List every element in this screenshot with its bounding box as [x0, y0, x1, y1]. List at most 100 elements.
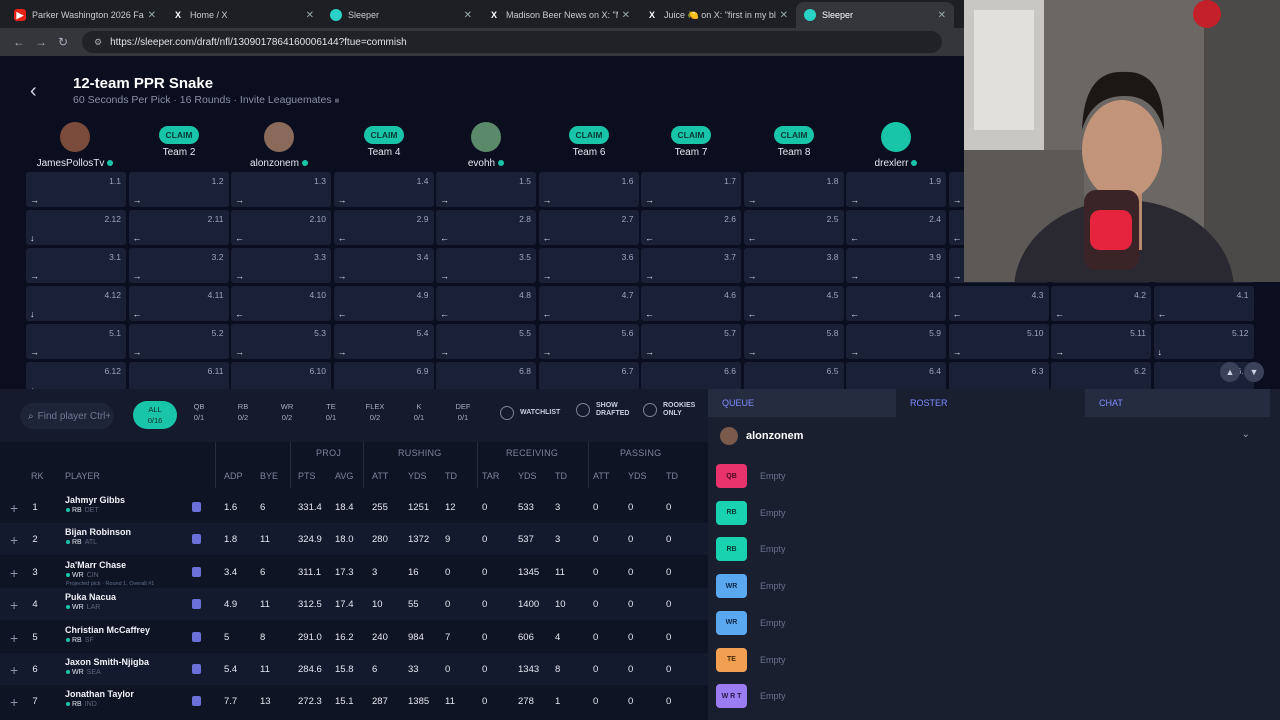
player-name[interactable]: Jahmyr Gibbs	[65, 495, 125, 505]
draft-pick-cell[interactable]: 3.8 →	[743, 248, 844, 283]
add-to-queue-icon[interactable]: +	[10, 500, 18, 516]
draft-pick-cell[interactable]: 1.1 →	[26, 172, 126, 207]
browser-tab[interactable]: X Home / X ✕	[164, 2, 322, 28]
draft-pick-cell[interactable]: 5.5 →	[436, 324, 536, 359]
browser-tab[interactable]: Sleeper ✕	[796, 2, 954, 28]
draft-pick-cell[interactable]: 2.12 ↓	[26, 210, 126, 245]
back-arrow-icon[interactable]: ←	[8, 35, 30, 49]
browser-tab[interactable]: X Madison Beer News on X: "Mac ✕	[480, 2, 638, 28]
draft-pick-cell[interactable]: 5.4 →	[333, 324, 434, 359]
news-icon[interactable]	[192, 664, 201, 674]
table-row[interactable]: +1 Jahmyr Gibbs RB DET 1.6 6 331.4 18.4 255 1251 1…	[0, 491, 708, 523]
claim-button[interactable]: CLAIM	[568, 126, 610, 144]
news-icon[interactable]	[192, 534, 201, 545]
column-header-cyds[interactable]: YDS	[518, 471, 537, 481]
player-name[interactable]: Puka Nacua	[65, 592, 116, 602]
draft-pick-cell[interactable]: 3.9 →	[846, 248, 946, 283]
column-header-ctd[interactable]: TD	[555, 471, 567, 481]
draft-pick-cell[interactable]: 2.5 ←	[743, 210, 844, 245]
draft-pick-cell[interactable]: 5.6 →	[538, 324, 639, 359]
draft-pick-cell[interactable]: 4.11 ←	[128, 286, 229, 321]
player-name[interactable]: Christian McCaffrey	[65, 625, 150, 635]
table-row[interactable]: +6 Jaxon Smith-Njigba WR SEA 5.4 11 284.6 15.8 6…	[0, 653, 708, 685]
column-header-ptd[interactable]: TD	[666, 471, 678, 481]
site-info-icon[interactable]: ⚙	[94, 37, 102, 48]
draft-pick-cell[interactable]: 4.9 ←	[333, 286, 434, 321]
team-slot[interactable]: CLAIM Team 2	[128, 122, 230, 158]
tab-queue[interactable]: QUEUE	[708, 389, 896, 417]
show-drafted-toggle[interactable]: SHOW DRAFTED	[576, 402, 629, 418]
draft-pick-cell[interactable]: 5.1 →	[26, 324, 126, 359]
add-to-queue-icon[interactable]: +	[10, 565, 18, 581]
column-header-rtd[interactable]: TD	[445, 471, 457, 481]
position-filter-flex[interactable]: FLEX 0/2	[353, 401, 397, 423]
position-filter-te[interactable]: TE 0/1	[309, 401, 353, 423]
close-icon[interactable]: ✕	[780, 10, 788, 21]
draft-pick-cell[interactable]: 4.1 ←	[1153, 286, 1254, 321]
column-header-pyds[interactable]: YDS	[628, 471, 647, 481]
draft-pick-cell[interactable]: 3.6 →	[538, 248, 639, 283]
team-slot[interactable]: CLAIM Team 7	[640, 122, 742, 158]
draft-pick-cell[interactable]: 4.7 ←	[538, 286, 639, 321]
roster-owner[interactable]: alonzonem	[720, 427, 803, 445]
draft-pick-cell[interactable]: 3.2 →	[128, 248, 229, 283]
claim-button[interactable]: CLAIM	[773, 126, 815, 144]
forward-arrow-icon[interactable]: →	[30, 35, 52, 49]
roster-slot[interactable]: TE Empty	[716, 647, 1116, 672]
roster-slot[interactable]: W R T Empty	[716, 684, 1116, 709]
position-filter-wr[interactable]: WR 0/2	[265, 401, 309, 423]
draft-pick-cell[interactable]: 2.7 ←	[538, 210, 639, 245]
column-header-ryds[interactable]: YDS	[408, 471, 427, 481]
draft-pick-cell[interactable]: 5.9 →	[846, 324, 946, 359]
column-header-avg[interactable]: AVG	[335, 471, 353, 481]
team-slot[interactable]: CLAIM Team 6	[538, 122, 640, 158]
position-filter-def[interactable]: DEF 0/1	[441, 401, 485, 423]
draft-pick-cell[interactable]: 5.10 →	[948, 324, 1049, 359]
draft-pick-cell[interactable]: 1.3 →	[231, 172, 331, 207]
rookies-only-radio[interactable]	[643, 403, 657, 417]
draft-pick-cell[interactable]: 4.8 ←	[436, 286, 536, 321]
column-header-patt[interactable]: ATT	[593, 471, 609, 481]
claim-button[interactable]: CLAIM	[670, 126, 712, 144]
draft-pick-cell[interactable]: 3.7 →	[641, 248, 741, 283]
add-to-queue-icon[interactable]: +	[10, 630, 18, 646]
back-chevron-icon[interactable]: ‹	[30, 80, 37, 103]
draft-pick-cell[interactable]: 5.3 →	[231, 324, 331, 359]
browser-tab[interactable]: Sleeper ✕	[322, 2, 480, 28]
tab-roster[interactable]: ROSTER	[896, 389, 1086, 417]
draft-pick-cell[interactable]: 4.2 ←	[1051, 286, 1151, 321]
team-slot[interactable]: JamesPollosTv	[24, 122, 126, 169]
draft-pick-cell[interactable]: 5.7 →	[641, 324, 741, 359]
draft-pick-cell[interactable]: 5.11 →	[1051, 324, 1151, 359]
close-icon[interactable]: ✕	[148, 10, 156, 21]
player-name[interactable]: Jaxon Smith-Njigba	[65, 657, 149, 667]
draft-pick-cell[interactable]: 3.5 →	[436, 248, 536, 283]
close-icon[interactable]: ✕	[622, 10, 630, 21]
news-icon[interactable]	[192, 566, 201, 577]
column-header-tar[interactable]: TAR	[482, 471, 499, 481]
draft-pick-cell[interactable]: 3.3 →	[231, 248, 331, 283]
add-to-queue-icon[interactable]: +	[10, 597, 18, 613]
add-to-queue-icon[interactable]: +	[10, 694, 18, 710]
draft-pick-cell[interactable]: 5.8 →	[743, 324, 844, 359]
draft-pick-cell[interactable]: 2.10 ←	[231, 210, 331, 245]
draft-pick-cell[interactable]: 4.12 ↓	[26, 286, 126, 321]
scroll-up-icon[interactable]: ▲	[1220, 362, 1240, 382]
rookies-only-toggle[interactable]: ROOKIES ONLY	[643, 402, 695, 418]
draft-pick-cell[interactable]: 1.7 →	[641, 172, 741, 207]
column-header-ratt[interactable]: ATT	[372, 471, 388, 481]
draft-pick-cell[interactable]: 1.4 →	[333, 172, 434, 207]
position-filter-qb[interactable]: QB 0/1	[177, 401, 221, 423]
column-header-rk[interactable]: RK	[31, 471, 44, 481]
team-slot[interactable]: CLAIM Team 4	[333, 122, 435, 158]
draft-pick-cell[interactable]: 3.4 →	[333, 248, 434, 283]
column-header-pts[interactable]: PTS	[298, 471, 316, 481]
roster-slot[interactable]: WR Empty	[716, 574, 1116, 599]
draft-pick-cell[interactable]: 5.2 →	[128, 324, 229, 359]
draft-pick-cell[interactable]: 1.5 →	[436, 172, 536, 207]
close-icon[interactable]: ✕	[306, 10, 314, 21]
team-slot[interactable]: drexlerr	[845, 122, 947, 169]
position-filter-k[interactable]: K 0/1	[397, 401, 441, 423]
draft-pick-cell[interactable]: 4.5 ←	[743, 286, 844, 321]
team-slot[interactable]: evohh	[435, 122, 537, 169]
